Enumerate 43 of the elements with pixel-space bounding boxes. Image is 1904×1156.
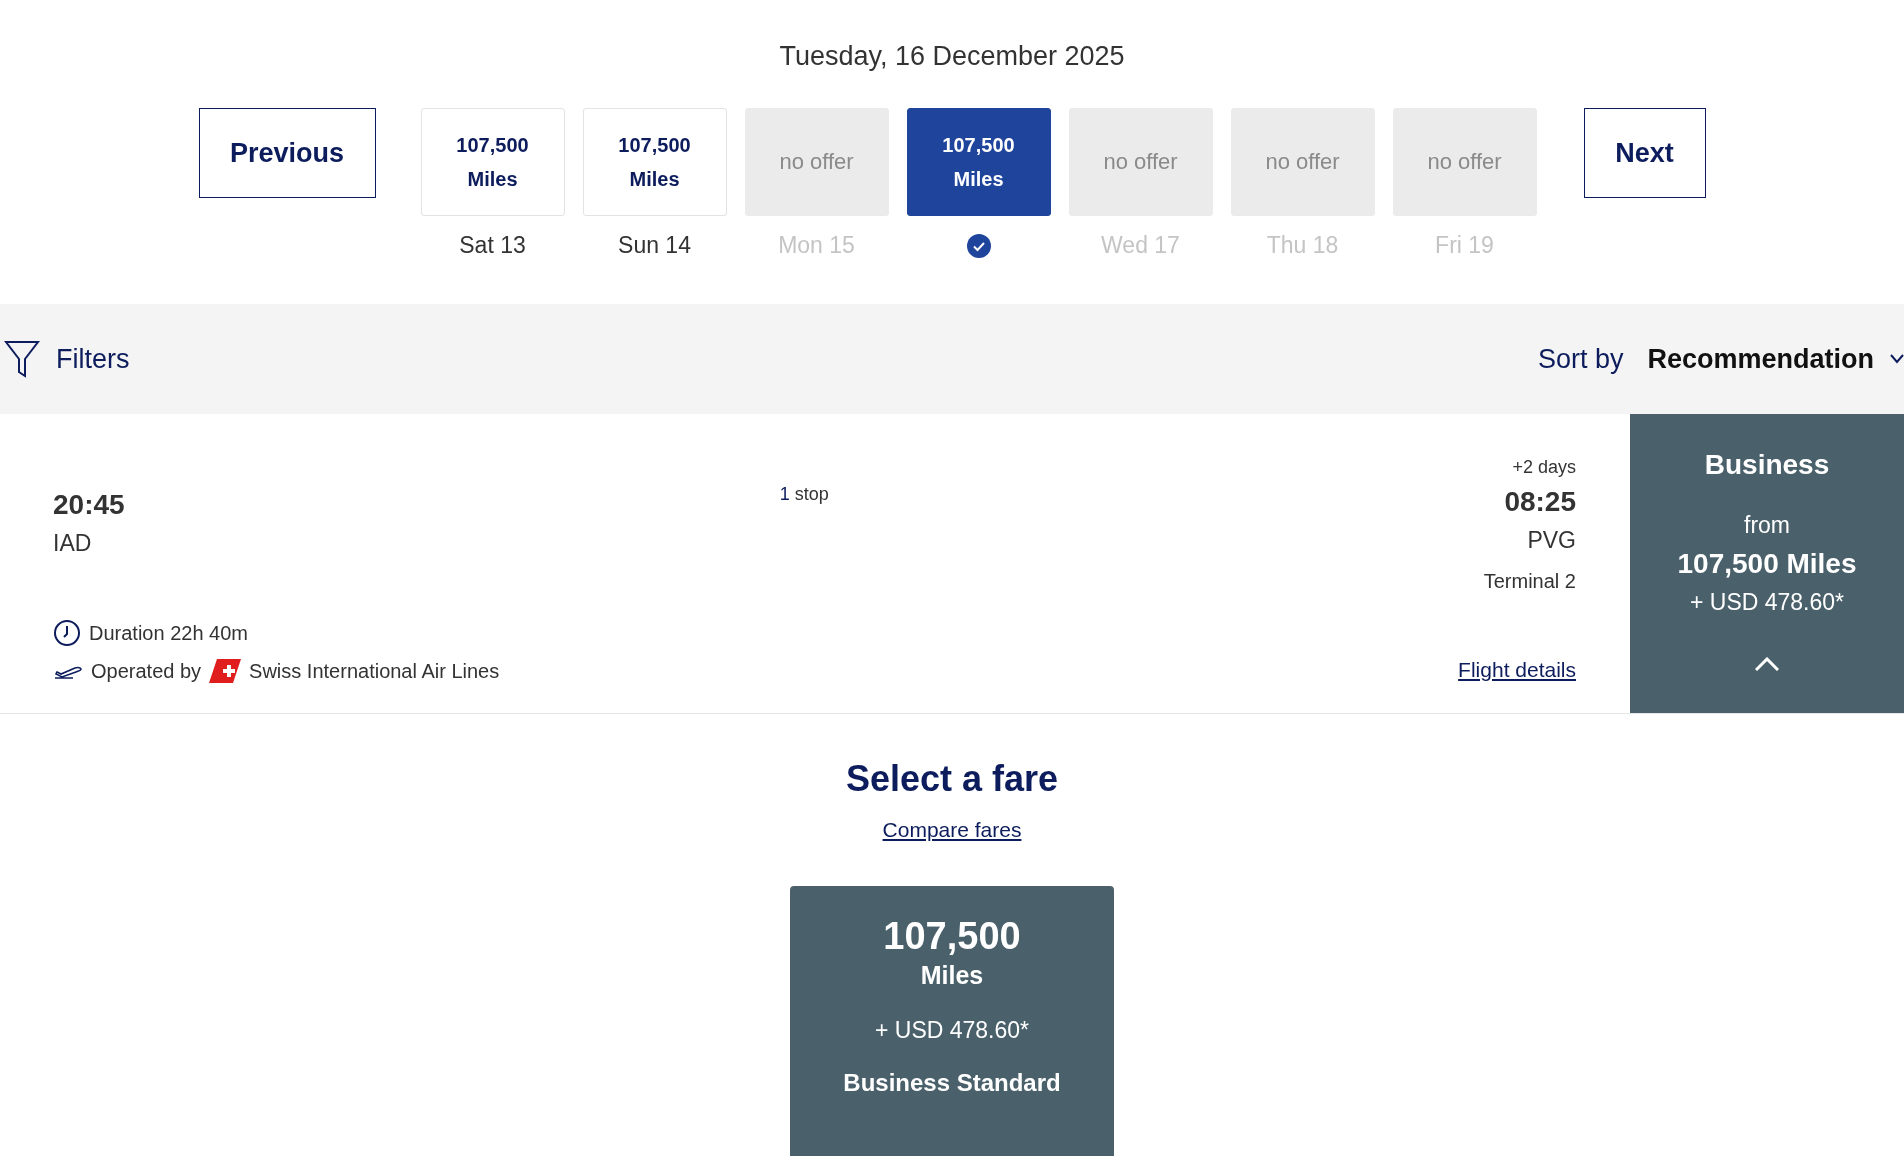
date-label: Mon 15	[778, 231, 855, 260]
next-button[interactable]: Next	[1583, 108, 1706, 198]
fare-name: Business Standard	[843, 1068, 1061, 1099]
fare-section-heading: Select a fare	[845, 757, 1059, 801]
fare-date-button[interactable]: 107,500 Miles	[906, 108, 1051, 216]
airline-tail-logo-icon	[209, 658, 242, 683]
flight-details-link[interactable]: Flight details	[1458, 654, 1576, 686]
arrival-terminal: Terminal 2	[1483, 568, 1576, 594]
departure-time: 20:45	[53, 488, 125, 522]
fare-card[interactable]: 107,500 Miles + USD 478.60* Business Standard	[790, 885, 1114, 1156]
arrival-time: 08:25	[1504, 485, 1576, 519]
date-label: Sat 13	[459, 231, 526, 260]
arrival-airport: PVG	[1527, 526, 1576, 555]
date-label: Thu 18	[1266, 231, 1339, 260]
sort-label: Sort by	[1537, 342, 1624, 376]
fare-miles: 107,500	[883, 915, 1021, 958]
arrival-day-offset: +2 days	[1512, 456, 1576, 479]
duration-text: Duration 22h 40m	[89, 620, 248, 646]
date-label: Sun 14	[618, 231, 691, 260]
fare-unit: Miles	[920, 960, 984, 992]
fare-date-button[interactable]: 107,500 Miles	[420, 108, 565, 216]
chevron-down-icon	[1890, 354, 1904, 364]
cash-price: + USD 478.60*	[1689, 587, 1845, 617]
compare-fares-link[interactable]: Compare fares	[882, 814, 1022, 846]
departure-airport: IAD	[53, 529, 93, 558]
date-label: Fri 19	[1435, 231, 1494, 260]
operated-by-label: Operated by	[91, 658, 202, 684]
date-label: Wed 17	[1101, 231, 1180, 260]
sort-dropdown[interactable]: Recommendation	[1647, 338, 1904, 380]
miles-price: 107,500 Miles	[1677, 546, 1857, 581]
airline-name: Swiss International Air Lines	[249, 658, 500, 684]
fare-cash: + USD 478.60*	[874, 1015, 1030, 1045]
cabin-price-panel[interactable]: Business from 107,500 Miles + USD 478.60*	[1630, 414, 1904, 713]
from-label: from	[1744, 511, 1790, 540]
filter-icon	[4, 339, 40, 379]
date-heading: Tuesday, 16 December 2025	[778, 40, 1126, 73]
stops-label: 1 stop	[778, 483, 830, 503]
cabin-name: Business	[1704, 448, 1830, 482]
fare-date-button[interactable]: 107,500 Miles	[582, 108, 727, 216]
check-circle-icon	[965, 233, 992, 259]
previous-button[interactable]: Previous	[198, 108, 376, 198]
filters-button[interactable]: Filters	[56, 338, 130, 380]
clock-icon	[53, 618, 81, 647]
